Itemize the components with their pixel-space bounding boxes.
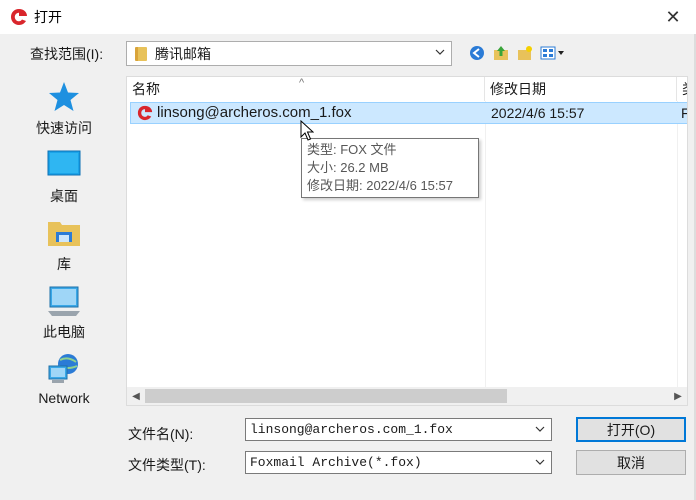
network-icon [48, 354, 78, 383]
window-title: 打开 [34, 9, 62, 25]
sort-ascending-icon: ^ [299, 77, 305, 89]
place-quick-access[interactable]: 快速访问 [6, 80, 122, 144]
column-divider [485, 101, 486, 387]
place-label: 库 [57, 256, 71, 272]
close-button[interactable]: ✕ [650, 0, 696, 34]
place-label: 桌面 [50, 188, 78, 204]
place-network[interactable]: Network [6, 352, 122, 416]
column-header-type[interactable]: 类 [677, 77, 687, 101]
library-icon [48, 222, 80, 246]
folder-icon [135, 46, 147, 61]
scroll-right-icon[interactable]: ▶ [669, 387, 687, 405]
file-name-cell: linsong@archeros.com_1.fox [137, 104, 352, 121]
horizontal-scrollbar[interactable]: ◀ ▶ [127, 387, 687, 405]
filetype-value: Foxmail Archive(*.fox) [250, 455, 422, 470]
place-label: 快速访问 [36, 120, 92, 136]
column-label: 类 [682, 81, 687, 97]
chevron-down-icon[interactable] [535, 424, 545, 434]
star-icon [49, 82, 79, 111]
chevron-down-icon [435, 49, 445, 55]
cancel-button[interactable]: 取消 [576, 450, 686, 475]
foxmail-logo-icon [10, 8, 28, 26]
mouse-pointer-icon [300, 120, 314, 141]
desktop-icon [47, 150, 81, 176]
look-in-value: 腾讯邮箱 [155, 45, 211, 62]
back-icon[interactable] [468, 44, 486, 62]
title-bar: 打开 ✕ [0, 0, 696, 34]
tooltip-modified: 修改日期: 2022/4/6 15:57 [307, 178, 453, 193]
filename-label: 文件名(N): [128, 426, 194, 442]
scroll-left-icon[interactable]: ◀ [127, 387, 145, 405]
file-type: F [681, 105, 687, 121]
tooltip-size: 大小: 26.2 MB [307, 160, 389, 175]
place-desktop[interactable]: 桌面 [6, 148, 122, 212]
filename-combo[interactable]: linsong@archeros.com_1.fox [245, 418, 552, 441]
file-info-tooltip: 类型: FOX 文件 大小: 26.2 MB 修改日期: 2022/4/6 15… [301, 138, 479, 198]
foxmail-file-icon [137, 105, 153, 120]
look-in-combo[interactable]: 腾讯邮箱 [126, 41, 452, 66]
column-header-name[interactable]: 名称 ^ [127, 77, 485, 101]
chevron-down-icon[interactable] [535, 457, 545, 467]
column-divider [677, 101, 678, 387]
place-this-pc[interactable]: 此电脑 [6, 284, 122, 348]
file-row[interactable]: linsong@archeros.com_1.fox 2022/4/6 15:5… [130, 102, 687, 124]
open-button[interactable]: 打开(O) [576, 417, 686, 442]
place-label: 此电脑 [43, 324, 85, 340]
up-folder-icon[interactable] [492, 44, 510, 62]
new-folder-icon[interactable] [516, 44, 534, 62]
file-date: 2022/4/6 15:57 [491, 105, 585, 121]
filename-value: linsong@archeros.com_1.fox [250, 422, 453, 437]
look-in-label: 查找范围(I): [30, 46, 104, 62]
file-list[interactable]: 名称 ^ 修改日期 类 linsong@archeros.com_1.fox 2… [126, 76, 688, 406]
tooltip-type: 类型: FOX 文件 [307, 142, 397, 157]
look-in-row: 查找范围(I): 腾讯邮箱 [0, 40, 696, 68]
filetype-select[interactable]: Foxmail Archive(*.fox) [245, 451, 552, 474]
place-library[interactable]: 库 [6, 216, 122, 280]
filetype-label: 文件类型(T): [128, 457, 206, 473]
column-header-date[interactable]: 修改日期 [485, 77, 677, 101]
scrollbar-thumb[interactable] [145, 389, 507, 403]
place-label: Network [38, 390, 90, 406]
view-menu-icon[interactable] [540, 44, 566, 62]
column-label: 名称 [132, 81, 160, 97]
computer-icon [48, 286, 80, 316]
places-bar: 快速访问 桌面 库 此电脑 Network [6, 76, 122, 488]
file-name: linsong@archeros.com_1.fox [157, 104, 352, 121]
column-label: 修改日期 [490, 81, 546, 97]
nav-toolbar [468, 44, 566, 62]
